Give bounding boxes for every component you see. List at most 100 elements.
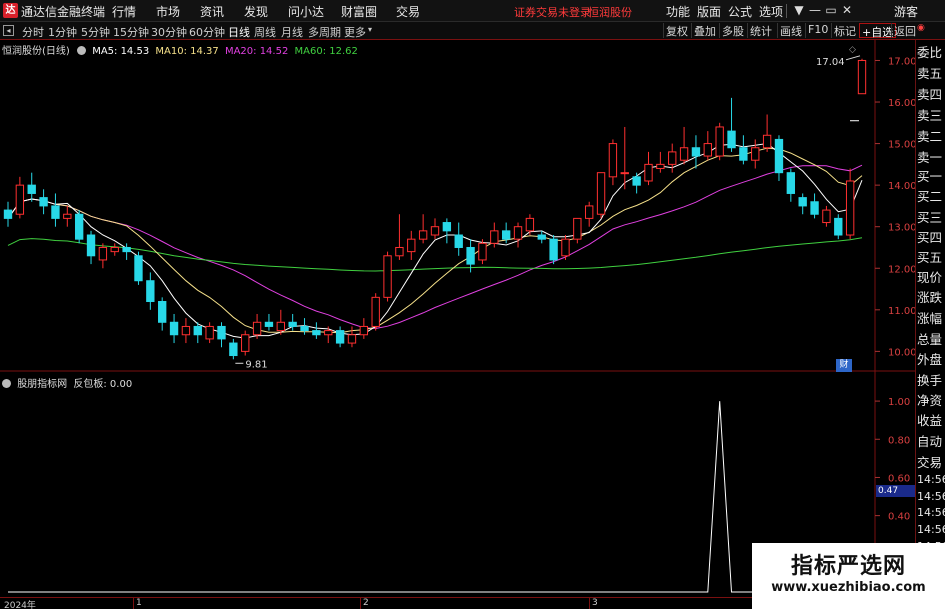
- maximize-icon[interactable]: ▭: [824, 2, 838, 18]
- candle-body: [27, 184, 36, 194]
- dropdown-icon[interactable]: ▼: [792, 2, 806, 18]
- candle-body: [98, 246, 108, 261]
- price-tick-label: 11.00: [888, 306, 915, 317]
- candle-body: [691, 147, 701, 157]
- low-price-label: 9.81: [245, 359, 267, 370]
- quote-panel-item[interactable]: 卖一: [917, 147, 945, 166]
- draw-line-button[interactable]: 画线: [777, 23, 804, 38]
- candle-body: [383, 255, 392, 298]
- tab-monthly[interactable]: 月线: [281, 24, 303, 40]
- quote-panel-item[interactable]: 买二: [917, 186, 945, 205]
- candle-body: [561, 238, 570, 257]
- menu-caifuquan[interactable]: 财富圈: [341, 3, 377, 20]
- quote-panel-item[interactable]: 14:56: [917, 490, 945, 503]
- minimize-icon[interactable]: —: [808, 2, 822, 18]
- menu-zixun[interactable]: 资讯: [200, 3, 224, 20]
- multi-stock-button[interactable]: 多股: [719, 23, 746, 38]
- f10-button[interactable]: F10: [805, 23, 830, 38]
- tab-1min[interactable]: 1分钟: [48, 24, 77, 40]
- quote-panel-item[interactable]: 自动: [917, 431, 945, 450]
- quote-panel-item[interactable]: 买五: [917, 247, 945, 266]
- menu-jiaoyi[interactable]: 交易: [396, 3, 420, 20]
- settings-circle-icon[interactable]: [2, 379, 11, 388]
- tab-60min[interactable]: 60分钟: [189, 24, 225, 40]
- candle-body: [679, 147, 689, 161]
- tab-weekly[interactable]: 周线: [254, 24, 276, 40]
- indicator-line: [8, 401, 862, 593]
- candle-body: [490, 230, 499, 244]
- close-icon[interactable]: ✕: [840, 2, 854, 18]
- menu-gongshi[interactable]: 公式: [728, 3, 752, 20]
- finance-marker[interactable]: 财: [836, 359, 852, 372]
- quote-panel-item[interactable]: 卖二: [917, 126, 945, 145]
- candle-body: [525, 217, 535, 232]
- quote-panel-item[interactable]: 外盘: [917, 349, 945, 368]
- fuquan-button[interactable]: 复权: [663, 23, 690, 38]
- quote-panel-item[interactable]: 买四: [917, 227, 945, 246]
- settings-circle-icon[interactable]: [77, 46, 86, 55]
- menu-faxian[interactable]: 发现: [244, 3, 268, 20]
- quote-panel-item[interactable]: 总量: [917, 329, 945, 348]
- quote-panel-item[interactable]: 现价: [917, 267, 945, 286]
- candle-body: [762, 134, 772, 149]
- candle-body: [63, 213, 72, 219]
- trade-login-warning[interactable]: 证券交易未登录: [514, 4, 591, 20]
- toggle-panel-icon[interactable]: ◂: [3, 25, 14, 36]
- candle-body: [822, 209, 831, 224]
- menu-hangqing[interactable]: 行情: [112, 3, 136, 20]
- stats-button[interactable]: 统计: [747, 23, 774, 38]
- candle-body: [39, 197, 48, 207]
- quote-panel-item[interactable]: 涨幅: [917, 308, 945, 327]
- quote-panel-item[interactable]: 卖四: [917, 84, 945, 103]
- more-dropdown-icon[interactable]: ▾: [368, 25, 372, 34]
- mark-button[interactable]: 标记: [831, 23, 858, 38]
- candle-body: [739, 147, 748, 161]
- candle-body: [122, 246, 131, 253]
- candle-body: [359, 325, 369, 336]
- candle-body: [644, 163, 653, 182]
- tab-30min[interactable]: 30分钟: [151, 24, 187, 40]
- price-tick-label: 14.00: [888, 181, 915, 192]
- quote-panel-item[interactable]: 收益: [917, 410, 945, 429]
- candle-body: [217, 325, 226, 340]
- candlestick-chart[interactable]: 17.00 16.00 15.00 14.00 13.00 12.00 11.00 10.00…: [0, 40, 915, 372]
- quote-panel-item[interactable]: 交易: [917, 452, 945, 471]
- ma20-line: [7, 164, 863, 330]
- candle-body: [395, 246, 404, 257]
- ma-info-bar: 恒润股份(日线) MA5: 14.53 MA10: 14.37 MA20: 14…: [2, 42, 358, 57]
- candle-body: [418, 230, 428, 240]
- candle-body: [668, 151, 677, 165]
- menu-gongneng[interactable]: 功能: [666, 3, 690, 20]
- overlay-button[interactable]: 叠加: [691, 23, 718, 38]
- price-tick-label: 16.00: [888, 98, 915, 109]
- quote-panel-item[interactable]: 委比: [917, 42, 945, 61]
- quote-panel-item[interactable]: 涨跌: [917, 287, 945, 306]
- quote-panel-item[interactable]: 换手: [917, 370, 945, 389]
- tab-15min[interactable]: 15分钟: [113, 24, 149, 40]
- quote-panel-item[interactable]: 14:56: [917, 523, 945, 536]
- guest-label[interactable]: 游客: [894, 3, 918, 20]
- quote-panel-item[interactable]: 14:56: [917, 506, 945, 519]
- candle-body: [300, 325, 309, 332]
- tab-multi-period[interactable]: 多周期: [308, 24, 341, 40]
- quote-panel-item[interactable]: 买一: [917, 166, 945, 185]
- menu-shichang[interactable]: 市场: [156, 3, 180, 20]
- tab-daily[interactable]: 日线: [228, 24, 250, 40]
- month-label-3: 3: [592, 598, 598, 608]
- back-button[interactable]: 返回: [891, 23, 918, 38]
- quote-panel-item[interactable]: 卖五: [917, 63, 945, 82]
- quote-panel-item[interactable]: 卖三: [917, 105, 945, 124]
- tab-more[interactable]: 更多: [344, 24, 366, 40]
- tab-fenshi[interactable]: 分时: [22, 24, 44, 40]
- month-tick: [360, 598, 361, 609]
- quote-panel-item[interactable]: 买三: [917, 207, 945, 226]
- quote-panel-item[interactable]: 净资: [917, 390, 945, 409]
- menu-xuanxiang[interactable]: 选项: [759, 3, 783, 20]
- menu-wenxiaoda[interactable]: 问小达: [288, 3, 324, 20]
- quote-panel-item[interactable]: 14:56: [917, 473, 945, 486]
- tab-5min[interactable]: 5分钟: [81, 24, 110, 40]
- candle-body: [632, 176, 641, 186]
- menu-banmian[interactable]: 版面: [697, 3, 721, 20]
- app-logo-icon: 达: [3, 3, 18, 18]
- candle-body: [608, 143, 618, 178]
